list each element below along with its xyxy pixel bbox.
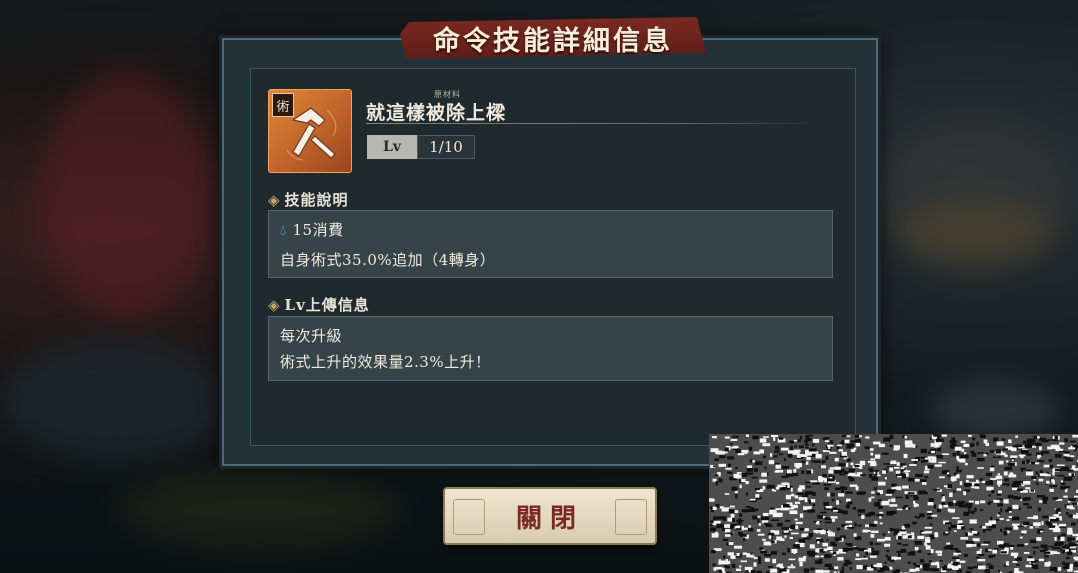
bg-blur-button <box>930 380 1060 440</box>
bg-blur-bottom <box>120 470 400 550</box>
skill-icon: 術 <box>268 89 352 173</box>
drop-icon: 💧︎ <box>280 221 287 239</box>
dialog-title-banner: 命令技能詳細信息 <box>400 17 706 59</box>
bg-blur-dark <box>0 340 230 460</box>
section-heading-level-up: ◈ Lv上傳信息 <box>268 294 370 315</box>
noise-pattern <box>709 434 1078 573</box>
close-button-label: 關閉 <box>515 503 584 534</box>
skill-name: 就這樣被除上樑 <box>366 102 507 124</box>
bg-blur-red <box>40 70 210 320</box>
bg-blur-gold <box>900 200 1050 260</box>
noise-overlay <box>709 434 1078 573</box>
close-button[interactable]: 關閉 <box>443 487 657 545</box>
dialog-title: 命令技能詳細信息 <box>433 25 673 57</box>
level-up-line-1: 每次升級 <box>280 327 343 345</box>
skill-effect: 自身術式35.0%追加（4轉身） <box>280 251 496 269</box>
skill-cost-text: 15消費 <box>292 221 344 239</box>
section-heading-text: 技能說明 <box>284 191 349 209</box>
level-label: Lv <box>367 135 417 159</box>
level-up-line-2: 術式上升的效果量2.3%上升！ <box>280 353 491 371</box>
section-heading-text: Lv上傳信息 <box>284 296 370 314</box>
divider <box>366 123 824 124</box>
diamond-bullet-icon: ◈ <box>268 296 281 314</box>
level-value: 1/10 <box>417 135 475 159</box>
diamond-bullet-icon: ◈ <box>268 191 281 209</box>
section-heading-skill-description: ◈ 技能說明 <box>268 189 349 210</box>
skill-cost: 💧︎ 15消費 <box>280 219 344 240</box>
hammer-icon <box>286 107 337 161</box>
